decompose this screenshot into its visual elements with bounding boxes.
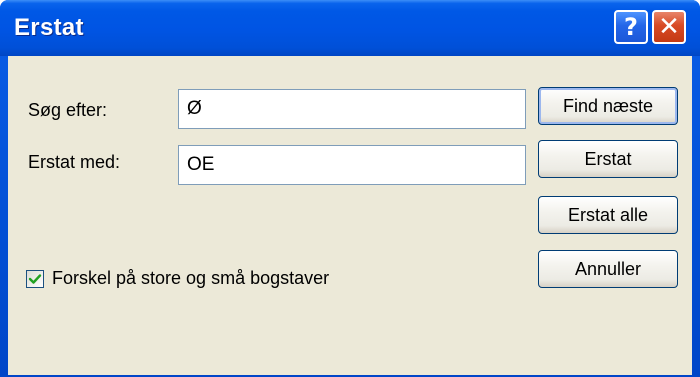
find-label: Søg efter: xyxy=(28,100,108,120)
match-case-label: Forskel på store og små bogstaver xyxy=(52,268,330,288)
dialog-body: Søg efter: Ø Erstat med: OE Find næste E… xyxy=(8,56,692,375)
find-input[interactable]: Ø xyxy=(178,89,526,129)
replace-input[interactable]: OE xyxy=(178,145,526,185)
checkmark-icon xyxy=(28,273,42,284)
match-case-option[interactable]: Forskel på store og små bogstaver xyxy=(26,268,329,289)
close-button[interactable]: ✕ xyxy=(652,10,686,44)
match-case-checkbox[interactable] xyxy=(26,269,44,288)
replace-label: Erstat med: xyxy=(28,152,121,172)
help-icon: ? xyxy=(624,13,638,41)
find-next-button[interactable]: Find næste xyxy=(538,87,678,125)
replace-all-button[interactable]: Erstat alle xyxy=(538,196,678,234)
close-icon: ✕ xyxy=(658,12,680,42)
replace-dialog: Erstat ? ✕ Søg efter: Ø Erstat med: OE F… xyxy=(0,0,700,377)
help-button[interactable]: ? xyxy=(614,10,648,44)
cancel-button[interactable]: Annuller xyxy=(538,250,678,288)
replace-button[interactable]: Erstat xyxy=(538,140,678,178)
title-bar[interactable]: Erstat ? ✕ xyxy=(0,0,700,56)
window-title: Erstat xyxy=(14,14,84,41)
